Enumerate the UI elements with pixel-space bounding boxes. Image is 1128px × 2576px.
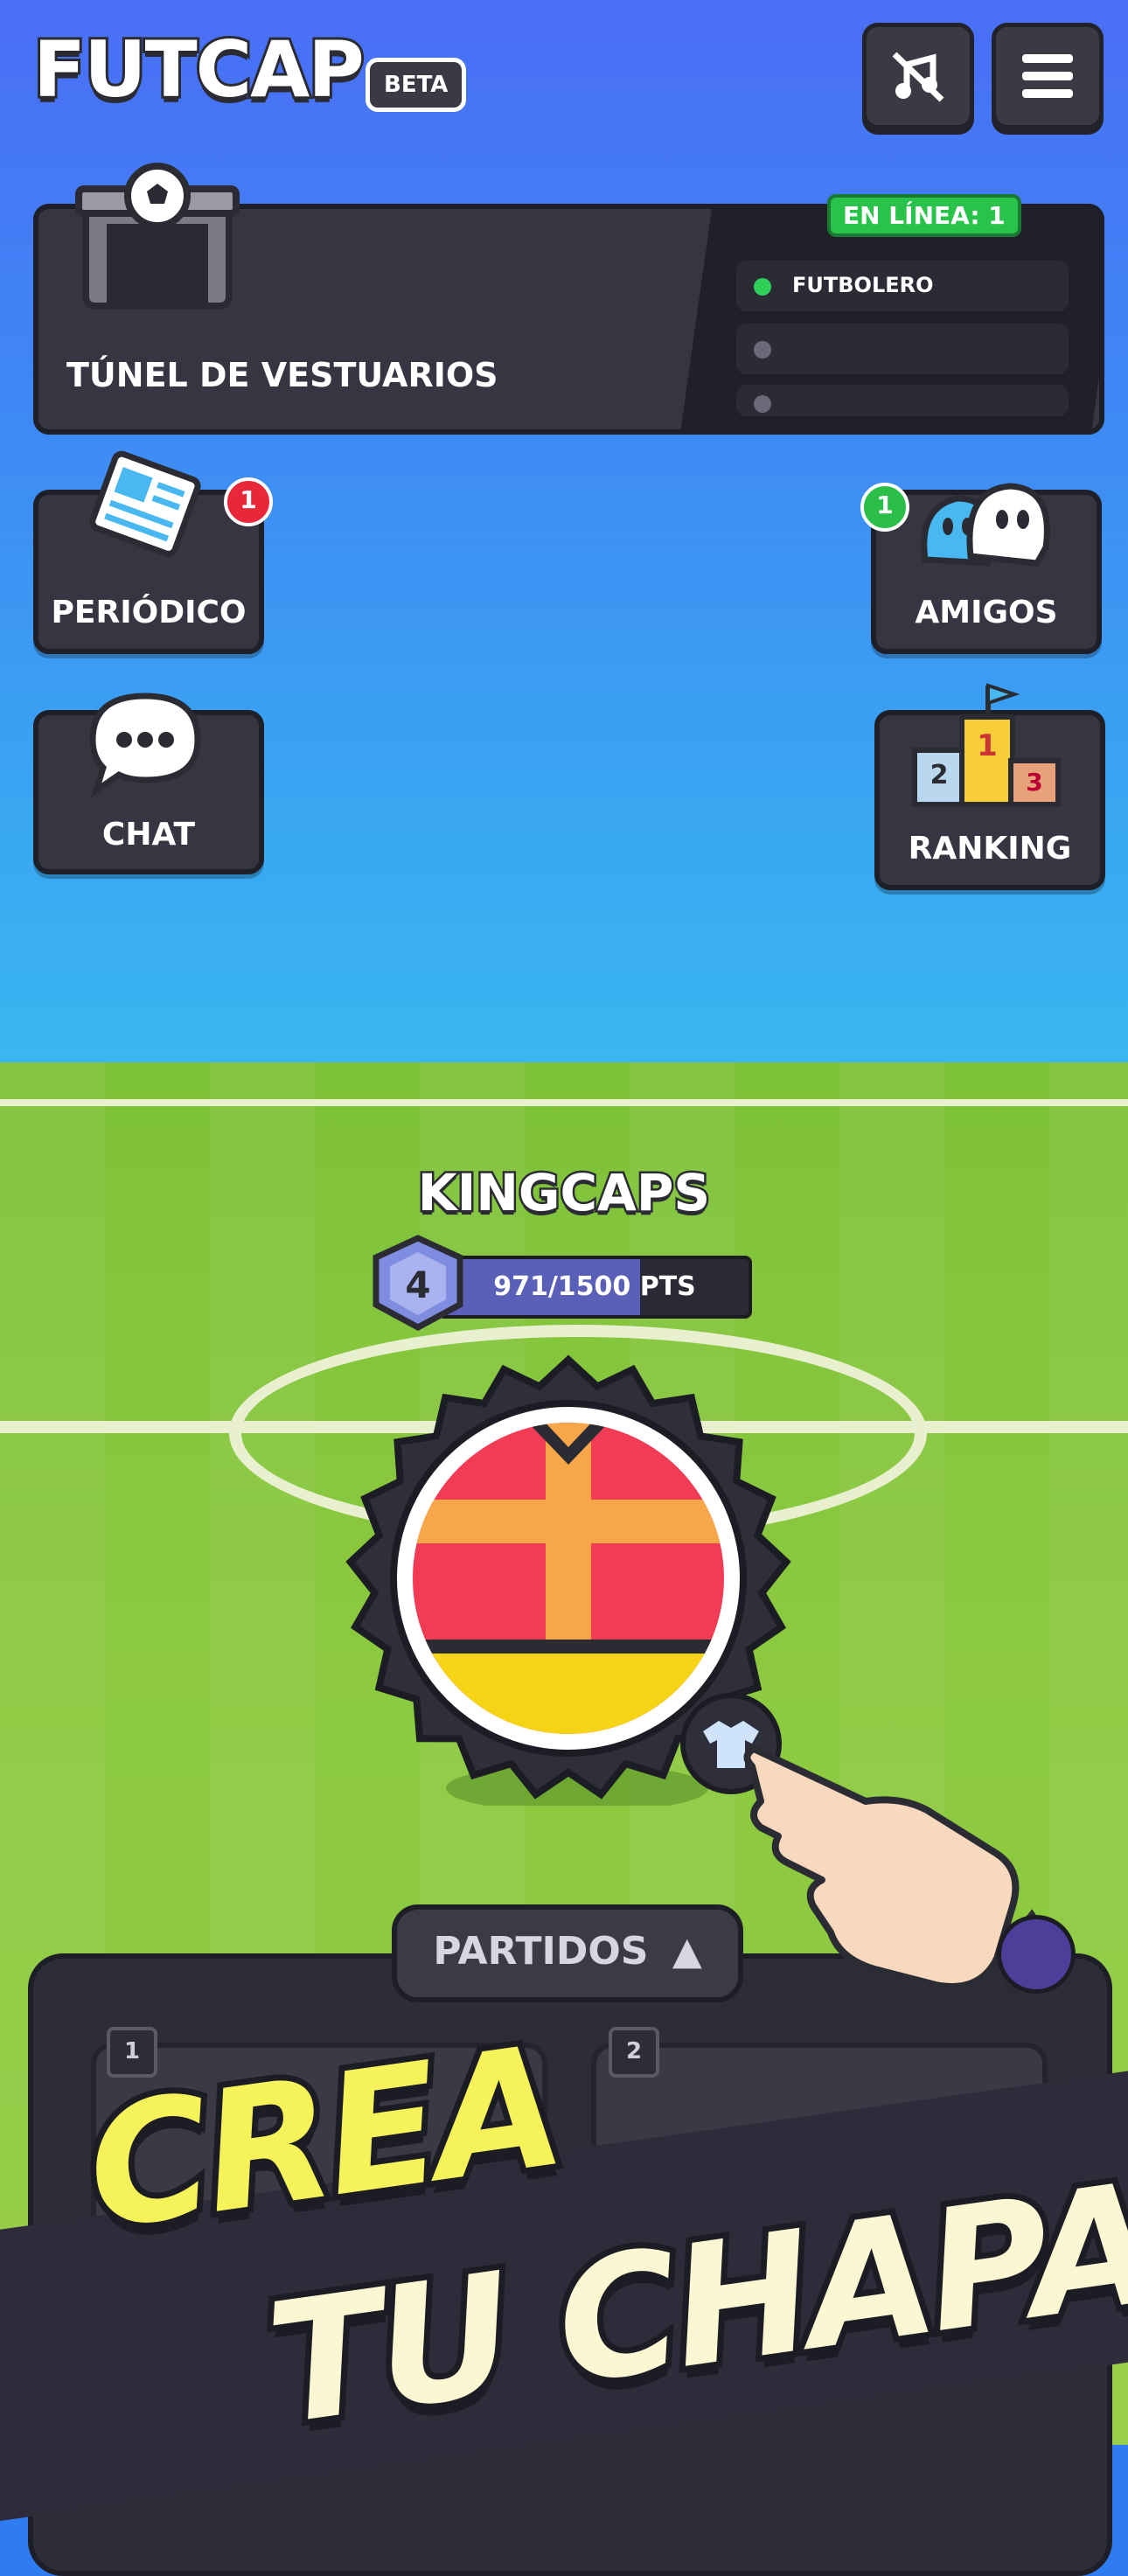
- music-off-icon: [892, 52, 944, 102]
- player-name: FUTBOLERO: [792, 273, 934, 297]
- beta-badge: BETA: [366, 58, 467, 112]
- podium-first: 1: [977, 728, 998, 763]
- offline-status-dot: [754, 341, 771, 359]
- online-count-badge: EN LÍNEA: 1: [827, 194, 1021, 237]
- online-status-dot: [754, 278, 771, 296]
- main-menu-button[interactable]: [992, 23, 1104, 129]
- player-nickname: KINGCAPS: [415, 1161, 712, 1225]
- match-slot-number: 2: [609, 2027, 659, 2078]
- locker-chest-icon: [75, 163, 240, 310]
- empty-player-row: [736, 385, 1069, 416]
- level-shield-icon: 4: [373, 1235, 463, 1331]
- chat-label: CHAT: [101, 817, 196, 853]
- level-number: 4: [405, 1264, 430, 1306]
- newspaper-label: PERIÓDICO: [51, 595, 247, 630]
- tunnel-title: TÚNEL DE VESTUARIOS: [66, 356, 498, 394]
- chevron-up-icon: ▲: [672, 1929, 702, 1974]
- menu-icon: [1022, 54, 1073, 98]
- newspaper-notification-badge: 1: [224, 477, 273, 526]
- field-line: [0, 1099, 1128, 1106]
- matches-tab-label: PARTIDOS: [433, 1929, 649, 1974]
- podium-third: 3: [1026, 768, 1042, 797]
- info-button[interactable]: [997, 1915, 1076, 1994]
- matches-tab[interactable]: PARTIDOS ▲: [392, 1904, 743, 2002]
- points-progress-bar: 971/1500 PTS: [437, 1256, 752, 1319]
- points-text: 971/1500 PTS: [493, 1271, 696, 1302]
- friends-label: AMIGOS: [915, 595, 1058, 630]
- newspaper-icon: [89, 450, 201, 557]
- podium-second: 2: [930, 760, 949, 790]
- ranking-label: RANKING: [908, 831, 1072, 867]
- app-logo: FUTCAP: [31, 22, 367, 117]
- chat-bubble-icon: [89, 693, 201, 798]
- friends-notification-badge: 1: [860, 483, 909, 532]
- mute-music-button[interactable]: [862, 23, 974, 129]
- friends-icon: [921, 483, 1050, 567]
- offline-status-dot: [754, 395, 771, 413]
- empty-player-row: [736, 324, 1069, 374]
- online-player-row[interactable]: FUTBOLERO: [736, 261, 1069, 311]
- podium-icon: 2 1 3: [912, 683, 1061, 807]
